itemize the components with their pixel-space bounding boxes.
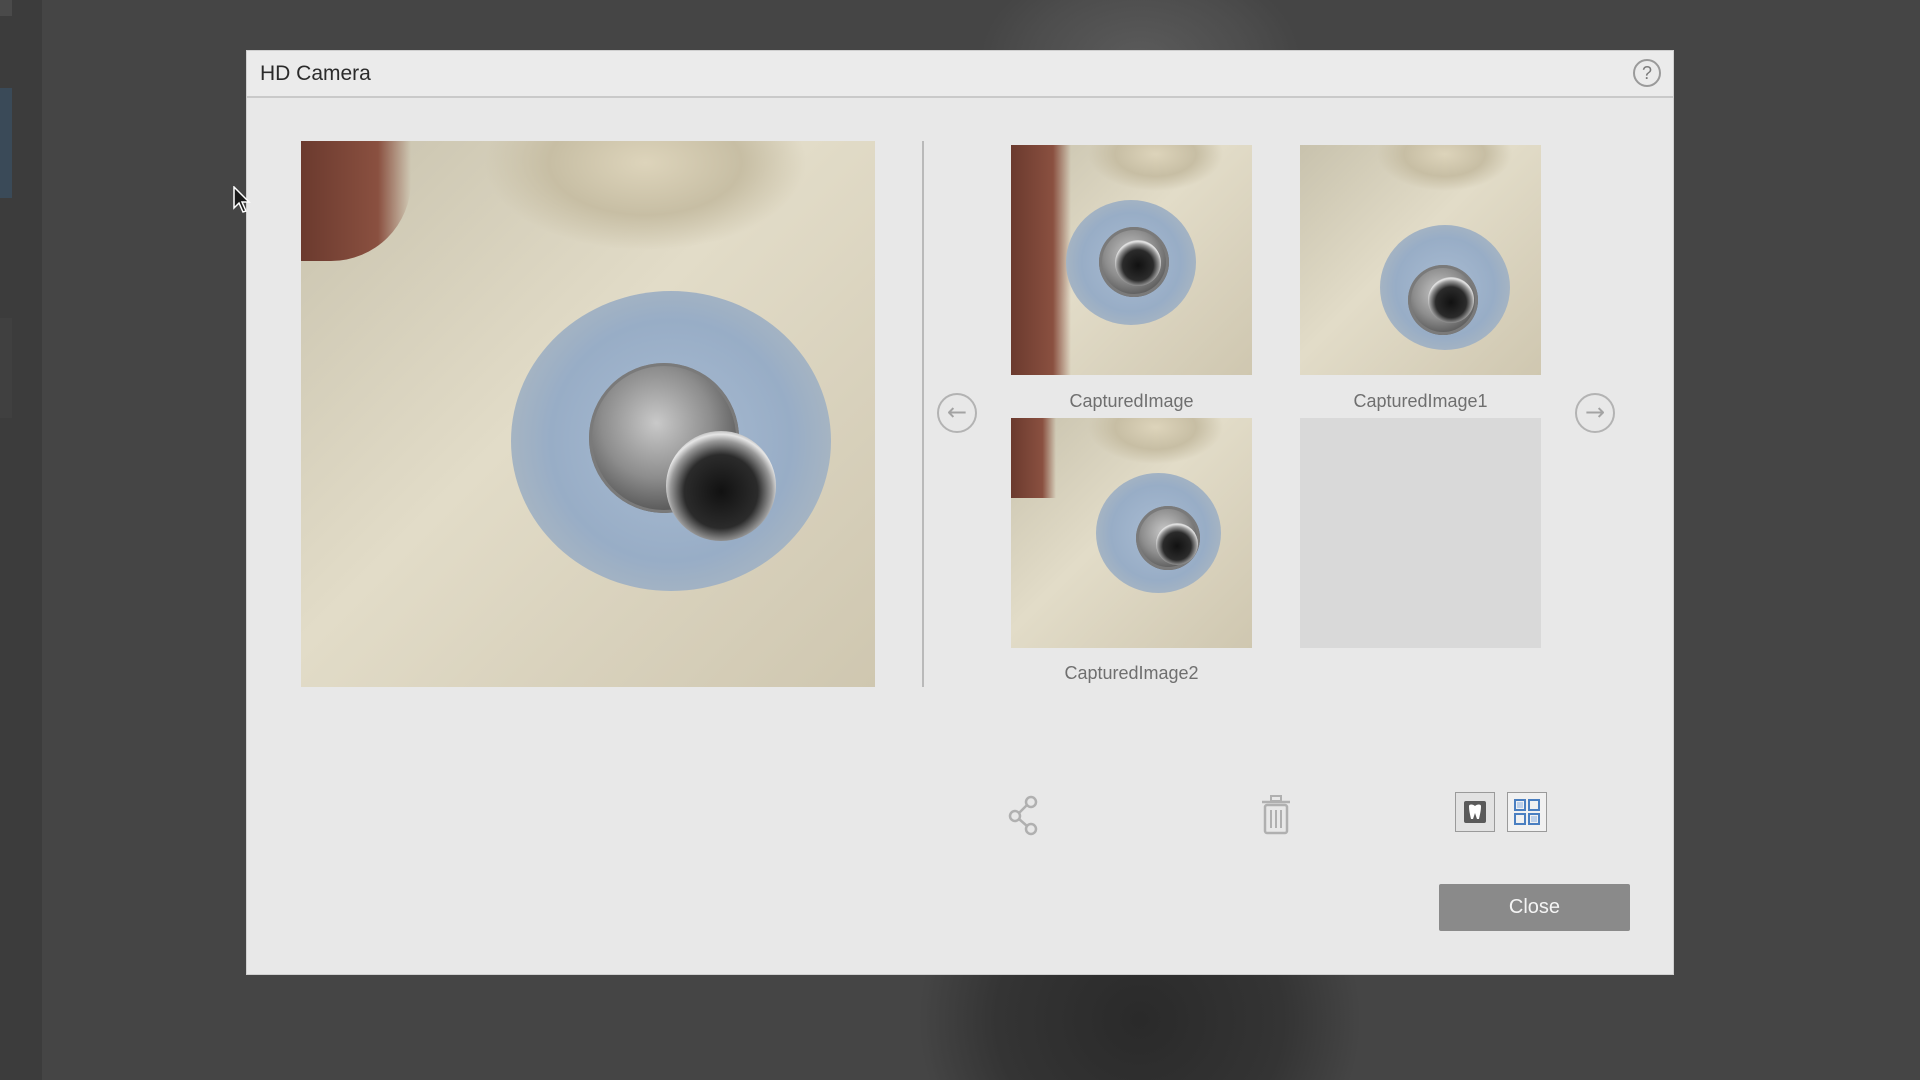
background-panel-tab xyxy=(0,88,12,198)
background-panel-notch xyxy=(0,0,12,16)
single-view-toggle[interactable] xyxy=(1455,792,1495,832)
background-left-panel xyxy=(0,0,42,1080)
dialog-title: HD Camera xyxy=(260,62,371,85)
empty-thumbnail-slot xyxy=(1300,418,1541,648)
dialog-titlebar: HD Camera ? xyxy=(247,51,1673,98)
thumbnail-captured-image2[interactable] xyxy=(1011,418,1252,648)
tooth-icon xyxy=(1464,801,1486,823)
close-button[interactable]: Close xyxy=(1439,884,1630,931)
thumbnail-caption: CapturedImage2 xyxy=(1064,663,1199,683)
background-panel-tab xyxy=(0,318,12,418)
grid-view-toggle[interactable] xyxy=(1507,792,1547,832)
share-button[interactable] xyxy=(1005,794,1045,836)
mouse-cursor-icon xyxy=(233,186,251,213)
next-page-button[interactable]: → xyxy=(1575,393,1615,433)
main-image-preview xyxy=(301,141,875,687)
thumbnail-captured-image1[interactable] xyxy=(1300,145,1541,375)
delete-button[interactable] xyxy=(1259,794,1293,836)
share-icon xyxy=(1008,795,1038,836)
thumbnail-caption: CapturedImage xyxy=(1069,391,1194,411)
thumbnail-caption: CapturedImage1 xyxy=(1353,391,1488,411)
preview-divider xyxy=(922,141,924,687)
trash-icon xyxy=(1262,795,1290,835)
thumbnail-captured-image[interactable] xyxy=(1011,145,1252,375)
grid-icon xyxy=(1514,799,1540,825)
hd-camera-dialog: HD Camera ? ← CapturedImage CapturedImag… xyxy=(246,50,1674,975)
previous-page-button[interactable]: ← xyxy=(937,393,977,433)
help-button[interactable]: ? xyxy=(1633,59,1661,87)
